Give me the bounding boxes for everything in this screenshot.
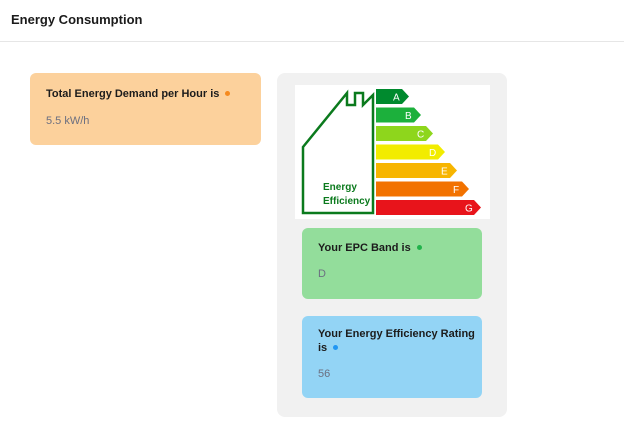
epc-band-card: Your EPC Band is D <box>302 228 482 299</box>
efficiency-rating-value: 56 <box>318 368 331 380</box>
efficiency-rating-title-line1: Your Energy Efficiency Rating <box>318 328 475 340</box>
status-dot-icon <box>416 244 422 250</box>
epc-band-letter: C <box>417 130 424 141</box>
epc-band-letter: E <box>441 167 448 178</box>
status-dot-icon <box>225 90 231 96</box>
efficiency-label: Efficiency <box>323 196 371 207</box>
energy-demand-title: Total Energy Demand per Hour is <box>46 88 220 100</box>
page-header: Energy Consumption <box>0 0 624 42</box>
house-outline-icon <box>301 89 375 215</box>
epc-band-title: Your EPC Band is <box>318 242 411 254</box>
epc-band-letter: G <box>465 204 473 215</box>
efficiency-rating-title-line2: is <box>318 342 328 354</box>
energy-demand-value: 5.5 kW/h <box>46 115 90 127</box>
epc-bands: ABCDEFG <box>376 89 481 215</box>
epc-band-title-row: Your EPC Band is <box>318 241 422 255</box>
energy-demand-card: Total Energy Demand per Hour is 5.5 kW/h <box>30 73 261 145</box>
epc-band-letter: A <box>393 93 400 104</box>
epc-band-letter: B <box>405 111 412 122</box>
epc-band-letter: F <box>453 185 459 196</box>
epc-rating-graphic: Energy Efficiency ABCDEFG <box>301 89 481 215</box>
epc-band-b <box>376 107 421 123</box>
energy-demand-title-row: Total Energy Demand per Hour is <box>46 87 231 101</box>
epc-rating-image: Energy Efficiency ABCDEFG <box>295 85 490 219</box>
epc-band-c <box>376 126 433 141</box>
energy-label: Energy <box>323 182 357 193</box>
efficiency-rating-card: Your Energy Efficiency Rating is 56 <box>302 316 482 398</box>
epc-band-value: D <box>318 268 326 280</box>
efficiency-rating-title-row2: is <box>318 341 339 355</box>
page-title: Energy Consumption <box>11 12 143 27</box>
epc-band-letter: D <box>429 148 436 159</box>
status-dot-icon <box>333 344 339 350</box>
